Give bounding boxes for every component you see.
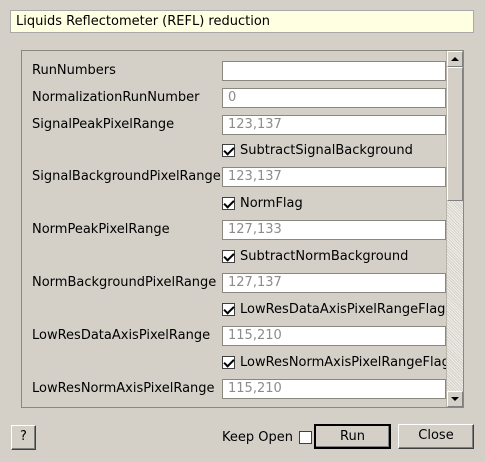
keep-open-toggle[interactable]: Keep Open <box>222 430 312 445</box>
row-signal-peak-pixel-range: SignalPeakPixelRange 123,137 <box>22 115 446 135</box>
arrow-up-icon <box>451 57 459 61</box>
row-low-res-norm-axis-pixel-range: LowResNormAxisPixelRange 115,210 <box>22 379 446 399</box>
subtract-norm-background-checkbox[interactable] <box>222 250 235 263</box>
run-button[interactable]: Run <box>314 424 391 449</box>
label-norm-background-pixel-range: NormBackgroundPixelRange <box>32 275 217 290</box>
norm-peak-pixel-range-input[interactable]: 127,133 <box>222 220 446 240</box>
low-res-data-axis-pixel-range-flag-toggle[interactable]: LowResDataAxisPixelRangeFlag <box>222 302 445 317</box>
label-signal-peak-pixel-range: SignalPeakPixelRange <box>32 117 175 132</box>
keep-open-checkbox[interactable] <box>298 431 312 444</box>
norm-flag-checkbox[interactable] <box>222 197 235 210</box>
subtract-norm-background-toggle[interactable]: SubtractNormBackground <box>222 249 408 264</box>
label-signal-background-pixel-range: SignalBackgroundPixelRange <box>32 169 221 184</box>
subtract-signal-background-checkbox[interactable] <box>222 144 235 157</box>
row-low-res-data-axis-pixel-range-flag: LowResDataAxisPixelRangeFlag <box>22 300 446 320</box>
low-res-data-axis-pixel-range-input[interactable]: 115,210 <box>222 326 446 346</box>
low-res-data-axis-pixel-range-flag-label: LowResDataAxisPixelRangeFlag <box>240 302 446 317</box>
row-subtract-norm-background: SubtractNormBackground <box>22 247 446 267</box>
label-low-res-norm-axis-pixel-range: LowResNormAxisPixelRange <box>32 381 215 396</box>
close-button[interactable]: Close <box>398 424 474 449</box>
help-button[interactable]: ? <box>11 425 36 450</box>
properties-panel: RunNumbers NormalizationRunNumber 0 Sign… <box>21 50 464 408</box>
low-res-norm-axis-pixel-range-flag-checkbox[interactable] <box>222 356 235 369</box>
low-res-norm-axis-pixel-range-flag-toggle[interactable]: LowResNormAxisPixelRangeFlag <box>222 355 446 370</box>
label-run-numbers: RunNumbers <box>32 63 116 78</box>
low-res-norm-axis-pixel-range-flag-label: LowResNormAxisPixelRangeFlag <box>240 355 446 370</box>
norm-flag-label: NormFlag <box>240 196 303 211</box>
signal-peak-pixel-range-input[interactable]: 123,137 <box>222 115 446 135</box>
arrow-down-icon <box>451 397 459 401</box>
vertical-scrollbar[interactable] <box>446 51 463 407</box>
norm-background-pixel-range-input[interactable]: 127,137 <box>222 273 446 293</box>
scrollbar-track[interactable] <box>447 201 463 391</box>
dialog-title: Liquids Reflectometer (REFL) reduction <box>10 10 474 33</box>
keep-open-label: Keep Open <box>222 430 293 445</box>
run-numbers-input[interactable] <box>222 61 446 81</box>
normalization-run-number-input[interactable]: 0 <box>222 88 446 108</box>
row-low-res-data-axis-pixel-range: LowResDataAxisPixelRange 115,210 <box>22 326 446 346</box>
scroll-down-button[interactable] <box>447 391 463 407</box>
subtract-signal-background-toggle[interactable]: SubtractSignalBackground <box>222 143 413 158</box>
row-norm-flag: NormFlag <box>22 194 446 214</box>
row-normalization-run-number: NormalizationRunNumber 0 <box>22 88 446 108</box>
norm-flag-toggle[interactable]: NormFlag <box>222 196 303 211</box>
row-low-res-norm-axis-pixel-range-flag: LowResNormAxisPixelRangeFlag <box>22 353 446 373</box>
row-norm-background-pixel-range: NormBackgroundPixelRange 127,137 <box>22 273 446 293</box>
row-signal-background-pixel-range: SignalBackgroundPixelRange 123,137 <box>22 167 446 187</box>
row-run-numbers: RunNumbers <box>22 61 446 81</box>
row-subtract-signal-background: SubtractSignalBackground <box>22 141 446 161</box>
low-res-data-axis-pixel-range-flag-checkbox[interactable] <box>222 303 235 316</box>
signal-background-pixel-range-input[interactable]: 123,137 <box>222 167 446 187</box>
subtract-signal-background-label: SubtractSignalBackground <box>240 143 413 158</box>
scrollbar-thumb[interactable] <box>447 67 463 201</box>
low-res-norm-axis-pixel-range-input[interactable]: 115,210 <box>222 379 446 399</box>
row-norm-peak-pixel-range: NormPeakPixelRange 127,133 <box>22 220 446 240</box>
label-normalization-run-number: NormalizationRunNumber <box>32 90 200 105</box>
scroll-up-button[interactable] <box>447 51 463 67</box>
properties-list: RunNumbers NormalizationRunNumber 0 Sign… <box>22 51 446 407</box>
label-low-res-data-axis-pixel-range: LowResDataAxisPixelRange <box>32 328 211 343</box>
subtract-norm-background-label: SubtractNormBackground <box>240 249 409 264</box>
label-norm-peak-pixel-range: NormPeakPixelRange <box>32 222 170 237</box>
